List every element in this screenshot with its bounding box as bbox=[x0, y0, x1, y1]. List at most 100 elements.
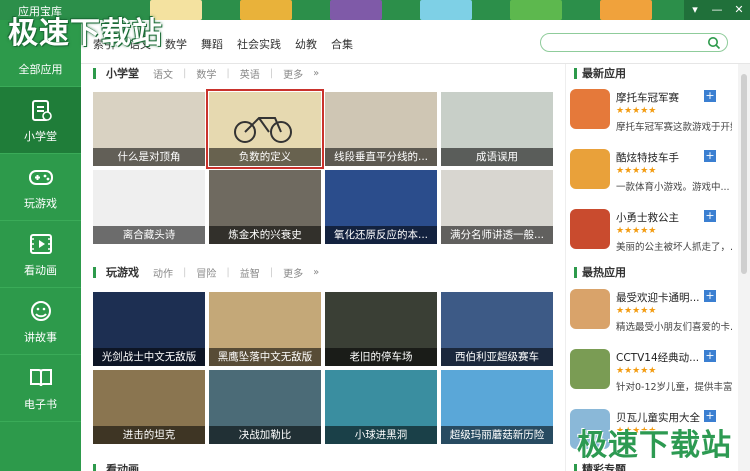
content-tile[interactable]: 进击的坦克 bbox=[93, 370, 205, 444]
app-list-item[interactable]: 酷炫特技车手 ★★★★★ 一款体育小游戏。游戏中... + bbox=[570, 146, 732, 204]
tile-caption: 负数的定义 bbox=[209, 148, 321, 166]
app-description: 一款体育小游戏。游戏中... bbox=[616, 182, 730, 193]
tile-caption: 线段垂直平分线的... bbox=[325, 148, 437, 166]
app-title: 最受欢迎卡通明... bbox=[616, 292, 700, 304]
section-tag[interactable]: 语文 bbox=[153, 66, 173, 81]
content-tile[interactable]: 西伯利亚超级赛车 bbox=[441, 292, 553, 366]
nav-link[interactable]: 合集 bbox=[331, 36, 353, 52]
sidebar-item-stories[interactable]: 讲故事 bbox=[0, 288, 81, 355]
tile-caption: 决战加勒比 bbox=[209, 426, 321, 444]
content-tile[interactable]: 成语误用 bbox=[441, 92, 553, 166]
sidebar: 全部应用 小学堂 玩游戏 看动画 讲故事 电子书 bbox=[0, 20, 81, 471]
add-icon[interactable]: + bbox=[704, 210, 716, 222]
sidebar-item-label: 小学堂 bbox=[24, 130, 57, 143]
content-tile[interactable]: 老旧的停车场 bbox=[325, 292, 437, 366]
section-title: 看动画 bbox=[106, 463, 139, 471]
hottest-apps-header: 最热应用 bbox=[574, 263, 626, 281]
tile-caption: 小球进黑洞 bbox=[325, 426, 437, 444]
app-thumbnail bbox=[570, 89, 610, 129]
tile-caption: 氧化还原反应的本... bbox=[325, 226, 437, 244]
menu-icon[interactable]: ▾ bbox=[684, 0, 706, 20]
content-tile[interactable]: 离合藏头诗 bbox=[93, 170, 205, 244]
tile-caption: 进击的坦克 bbox=[93, 426, 205, 444]
app-list-item[interactable]: 摩托车冠军赛 ★★★★★ 摩托车冠军赛这款游戏于开始... + bbox=[570, 86, 732, 144]
tile-grid-games: 光剑战士中文无敌版 黑鹰坠落中文无敌版 老旧的停车场 西伯利亚超级赛车 进击的坦… bbox=[93, 292, 553, 444]
sidebar-item-school[interactable]: 小学堂 bbox=[0, 87, 81, 154]
app-list-item[interactable]: CCTV14经典动... ★★★★★ 针对0-12岁儿童，提供丰富... + bbox=[570, 346, 732, 404]
main-content: 小学堂 语文 | 数学 | 英语 | 更多» 什么是对顶角 负数的定义 线段垂直平分线… bbox=[81, 64, 565, 471]
section-more[interactable]: 更多 bbox=[283, 265, 303, 280]
app-thumbnail bbox=[570, 149, 610, 189]
nav-link[interactable]: 幼教 bbox=[295, 36, 317, 52]
nav-link[interactable]: 社会实践 bbox=[237, 36, 281, 52]
app-description: 针对0-12岁儿童，提供丰富... bbox=[616, 382, 732, 393]
nav-link[interactable]: 数学 bbox=[165, 36, 187, 52]
content-tile[interactable]: 什么是对顶角 bbox=[93, 92, 205, 166]
section-more[interactable]: 更多 bbox=[283, 66, 303, 81]
section-tag[interactable]: 动作 bbox=[153, 265, 173, 280]
book-icon bbox=[27, 96, 55, 124]
section-tag[interactable]: 数学 bbox=[196, 66, 216, 81]
scrollbar[interactable] bbox=[738, 64, 750, 471]
story-icon bbox=[27, 297, 55, 325]
add-icon[interactable]: + bbox=[704, 150, 716, 162]
section-tag[interactable]: 益智 bbox=[240, 265, 260, 280]
watermark-top: 极速下载站 bbox=[8, 16, 163, 51]
minimize-icon[interactable]: — bbox=[706, 0, 728, 20]
tile-caption: 满分名师讲透一般... bbox=[441, 226, 553, 244]
content-tile[interactable]: 小球进黑洞 bbox=[325, 370, 437, 444]
sidebar-item-label: 电子书 bbox=[24, 398, 57, 411]
content-tile[interactable]: 满分名师讲透一般... bbox=[441, 170, 553, 244]
content-tile[interactable]: 线段垂直平分线的... bbox=[325, 92, 437, 166]
newest-apps-header: 最新应用 bbox=[574, 64, 626, 82]
tile-caption: 老旧的停车场 bbox=[325, 348, 437, 366]
sidebar-item-animation[interactable]: 看动画 bbox=[0, 221, 81, 288]
sidebar-item-label: 全部应用 bbox=[18, 63, 63, 76]
add-icon[interactable]: + bbox=[704, 90, 716, 102]
tile-caption: 超级玛丽蘑菇新历险 bbox=[441, 426, 553, 444]
section-title: 小学堂 bbox=[106, 67, 139, 80]
search-input[interactable] bbox=[551, 34, 701, 51]
app-thumbnail bbox=[570, 349, 610, 389]
content-tile[interactable]: 负数的定义 bbox=[206, 89, 324, 169]
section-header-games: 玩游戏 动作 | 冒险 | 益智 | 更多» bbox=[93, 263, 319, 281]
app-description: 美丽的公主被坏人抓走了，... bbox=[616, 242, 732, 253]
banner-thumbnails bbox=[150, 0, 742, 20]
content-tile[interactable]: 炼金术的兴衰史 bbox=[209, 170, 321, 244]
app-thumbnail bbox=[570, 209, 610, 249]
tile-caption: 成语误用 bbox=[441, 148, 553, 166]
content-tile[interactable]: 决战加勒比 bbox=[209, 370, 321, 444]
close-icon[interactable]: ✕ bbox=[728, 0, 750, 20]
content-tile[interactable]: 光剑战士中文无敌版 bbox=[93, 292, 205, 366]
add-icon[interactable]: + bbox=[704, 350, 716, 362]
scrollbar-thumb[interactable] bbox=[741, 74, 747, 274]
hottest-apps-title: 最热应用 bbox=[582, 266, 626, 279]
rating-stars: ★★★★★ bbox=[616, 106, 657, 116]
app-list-item[interactable]: 最受欢迎卡通明... ★★★★★ 精选最受小朋友们喜爱的卡... + bbox=[570, 286, 732, 344]
sidebar-item-ebooks[interactable]: 电子书 bbox=[0, 355, 81, 422]
sidebar-item-games[interactable]: 玩游戏 bbox=[0, 154, 81, 221]
tile-caption: 黑鹰坠落中文无敌版 bbox=[209, 348, 321, 366]
section-tag[interactable]: 冒险 bbox=[196, 265, 216, 280]
rating-stars: ★★★★★ bbox=[616, 306, 657, 316]
tile-caption: 什么是对顶角 bbox=[93, 148, 205, 166]
app-list-item[interactable]: 小勇士救公主 ★★★★★ 美丽的公主被坏人抓走了，... + bbox=[570, 206, 732, 264]
ebook-icon bbox=[27, 364, 55, 392]
app-description: 摩托车冠军赛这款游戏于开始... bbox=[616, 122, 732, 133]
film-icon bbox=[27, 230, 55, 258]
tile-grid-school: 什么是对顶角 负数的定义 线段垂直平分线的... 成语误用 离合藏头诗 炼金术的… bbox=[93, 89, 553, 244]
search-box bbox=[540, 33, 728, 52]
rating-stars: ★★★★★ bbox=[616, 366, 657, 376]
search-icon[interactable] bbox=[707, 36, 721, 50]
content-tile[interactable]: 氧化还原反应的本... bbox=[325, 170, 437, 244]
app-title: 小勇士救公主 bbox=[616, 212, 679, 224]
content-tile[interactable]: 超级玛丽蘑菇新历险 bbox=[441, 370, 553, 444]
sidebar-item-label: 玩游戏 bbox=[24, 197, 57, 210]
tile-caption: 炼金术的兴衰史 bbox=[209, 226, 321, 244]
app-description: 精选最受小朋友们喜爱的卡... bbox=[616, 322, 732, 333]
app-title: 摩托车冠军赛 bbox=[616, 92, 679, 104]
nav-link[interactable]: 舞蹈 bbox=[201, 36, 223, 52]
add-icon[interactable]: + bbox=[704, 290, 716, 302]
content-tile[interactable]: 黑鹰坠落中文无敌版 bbox=[209, 292, 321, 366]
section-tag[interactable]: 英语 bbox=[240, 66, 260, 81]
